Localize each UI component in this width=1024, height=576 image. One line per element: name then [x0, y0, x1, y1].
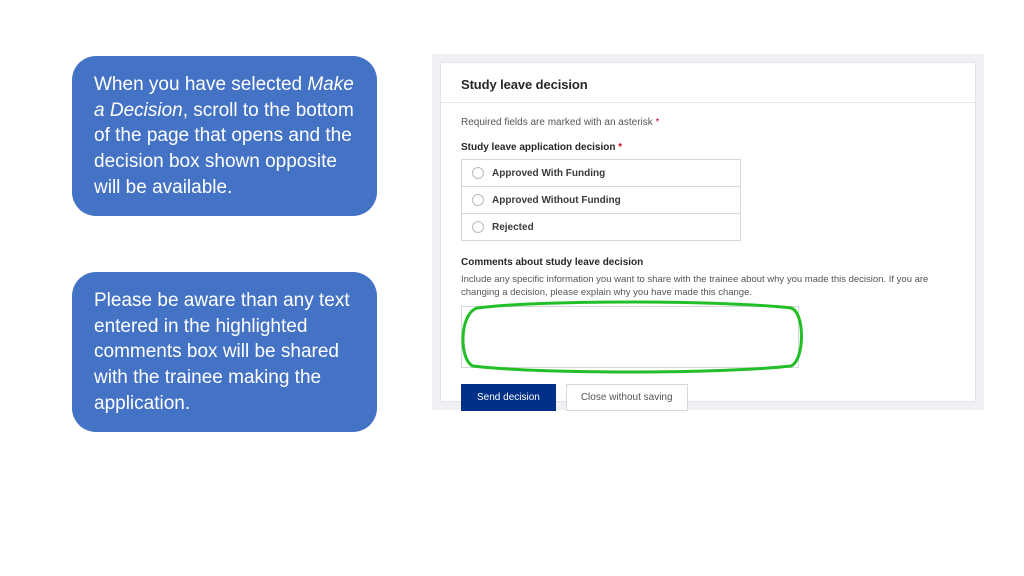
instruction-callout-1: When you have selected Make a Decision, … — [72, 56, 377, 216]
instruction-callout-2: Please be aware than any text entered in… — [72, 272, 377, 432]
close-button[interactable]: Close without saving — [566, 384, 688, 411]
comments-label: Comments about study leave decision — [461, 257, 955, 268]
radio-option-approved-funding[interactable]: Approved With Funding — [461, 159, 741, 187]
callout-text-pre: When you have selected — [94, 74, 307, 95]
panel-title: Study leave decision — [461, 77, 955, 92]
radio-icon — [472, 221, 484, 233]
radio-label: Rejected — [492, 222, 534, 233]
comments-section: Comments about study leave decision Incl… — [461, 257, 955, 368]
decision-field-label: Study leave application decision * — [461, 142, 955, 153]
comments-textarea[interactable] — [461, 306, 799, 368]
comments-textarea-wrap — [461, 306, 799, 368]
radio-option-rejected[interactable]: Rejected — [461, 214, 741, 241]
radio-icon — [472, 167, 484, 179]
panel-divider — [441, 102, 975, 103]
radio-label: Approved With Funding — [492, 168, 605, 179]
decision-radio-group: Approved With Funding Approved Without F… — [461, 159, 741, 241]
radio-icon — [472, 194, 484, 206]
study-leave-panel: Study leave decision Required fields are… — [440, 62, 976, 402]
radio-label: Approved Without Funding — [492, 195, 621, 206]
panel-background: Study leave decision Required fields are… — [432, 54, 984, 410]
send-decision-button[interactable]: Send decision — [461, 384, 556, 411]
button-row: Send decision Close without saving — [461, 384, 955, 411]
required-note: Required fields are marked with an aster… — [461, 117, 955, 128]
callout-text: Please be aware than any text entered in… — [94, 290, 350, 414]
comments-help-text: Include any specific information you wan… — [461, 274, 955, 300]
radio-option-approved-no-funding[interactable]: Approved Without Funding — [461, 187, 741, 214]
